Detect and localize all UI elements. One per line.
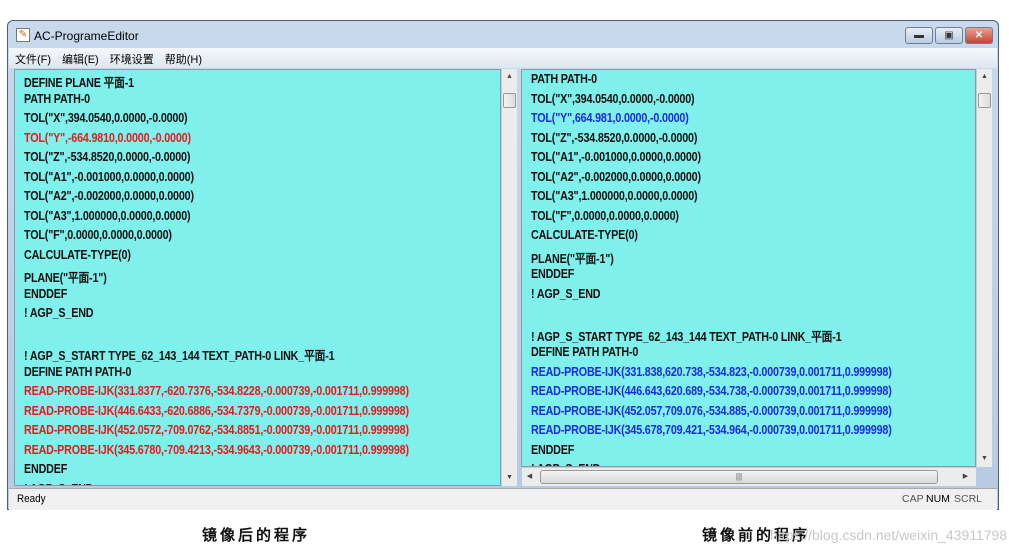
title-bar[interactable]: ✎ AC-ProgrameEditor ▬ ▣ ✕ — [8, 21, 998, 47]
status-text: Ready — [17, 493, 46, 505]
scroll-up-arrow-icon[interactable]: ▲ — [502, 69, 517, 85]
code-line: DEFINE PLANE 平面-1 — [24, 76, 134, 90]
scroll-left-arrow-icon[interactable]: ◀ — [522, 469, 537, 485]
code-line: ENDDEF — [24, 462, 68, 476]
code-line: ! AGP_S_END — [531, 286, 601, 301]
code-line: DEFINE PATH PATH-0 — [531, 345, 639, 359]
scroll-down-arrow-icon[interactable]: ▼ — [502, 470, 517, 486]
code-line: TOL("A3",1.000000,0.0000,0.0000) — [24, 208, 191, 223]
scroll-thumb[interactable] — [503, 93, 516, 108]
status-bar: Ready CAP NUM SCRL — [9, 488, 997, 510]
code-line: TOL("F",0.0000,0.0000,0.0000) — [531, 208, 679, 223]
edit-document-icon: ✎ — [16, 28, 30, 42]
code-line: TOL("A1",-0.001000,0.0000,0.0000) — [24, 169, 194, 184]
code-line: PLANE("平面-1") — [531, 251, 614, 266]
left-editor-pane[interactable]: DEFINE PLANE 平面-1 PATH PATH-0 TOL("X",394.… — [14, 69, 501, 486]
code-line: ENDDEF — [24, 286, 68, 301]
code-line: ! AGP_S_START TYPE_62_143_144 TEXT_PATH-… — [531, 329, 842, 344]
app-window: ✎ AC-ProgrameEditor ▬ ▣ ✕ 文件(F) 编辑(E) 环境设置… — [7, 20, 999, 510]
code-line: READ-PROBE-IJK(345.6780,-709.4213,-534.9… — [24, 442, 409, 457]
watermark: https://blog.csdn.net/weixin_43911798 — [770, 527, 1008, 543]
menu-environment-settings[interactable]: 环境设置 — [104, 48, 159, 67]
code-line: READ-PROBE-IJK(452.057,709.076,-534.885,… — [531, 403, 892, 418]
right-vertical-scrollbar[interactable]: ▲ ▼ — [976, 69, 992, 467]
code-line: PATH PATH-0 — [531, 72, 597, 86]
code-line: TOL("X",394.0540,0.0000,-0.0000) — [531, 91, 695, 106]
code-line: TOL("Y",-664.9810,0.0000,-0.0000) — [24, 130, 191, 145]
code-line: ENDDEF — [531, 267, 575, 281]
code-line: READ-PROBE-IJK(452.0572,-709.0762,-534.8… — [24, 423, 409, 437]
horizontal-scroll-thumb[interactable]: ||| — [540, 470, 938, 484]
menu-bar: 文件(F) 编辑(E) 环境设置 帮助(H) — [9, 48, 997, 68]
window-title: AC-ProgrameEditor — [34, 29, 139, 43]
left-vertical-scrollbar[interactable]: ▲ ▼ — [501, 69, 517, 486]
menu-edit[interactable]: 编辑(E) — [56, 48, 104, 67]
code-line: READ-PROBE-IJK(345.678,709.421,-534.964,… — [531, 423, 892, 437]
caption-after-mirror: 镜像后的程序 — [202, 527, 311, 544]
code-line: READ-PROBE-IJK(446.6433,-620.6886,-534.7… — [24, 403, 409, 418]
close-button[interactable]: ✕ — [965, 27, 993, 44]
scrl-indicator: SCRL — [954, 493, 983, 505]
code-line: READ-PROBE-IJK(331.8377,-620.7376,-534.8… — [24, 384, 409, 398]
code-line: DEFINE PATH PATH-0 — [24, 364, 132, 379]
code-line: ! AGP_S_START TYPE_62_143_144 TEXT_PATH-… — [24, 349, 335, 363]
menu-file[interactable]: 文件(F) — [9, 48, 56, 67]
code-line: CALCULATE-TYPE(0) — [531, 228, 638, 242]
code-line: TOL("Y",664.981,0.0000,-0.0000) — [531, 111, 689, 125]
code-line: TOL("A1",-0.001000,0.0000,0.0000) — [531, 150, 701, 164]
code-line: TOL("X",394.0540,0.0000,-0.0000) — [24, 111, 188, 125]
cap-indicator: CAP — [902, 493, 924, 505]
scroll-down-arrow-icon[interactable]: ▼ — [977, 451, 992, 467]
code-line: ENDDEF — [531, 442, 575, 457]
code-line: READ-PROBE-IJK(446.643,620.689,-534.738,… — [531, 384, 892, 398]
scroll-right-arrow-icon[interactable]: ▶ — [958, 469, 973, 485]
right-editor-pane[interactable]: PATH PATH-0 TOL("X",394.0540,0.0000,-0.00… — [521, 69, 976, 467]
code-line: TOL("A2",-0.002000,0.0000,0.0000) — [531, 169, 701, 184]
code-line: TOL("A2",-0.002000,0.0000,0.0000) — [24, 189, 194, 203]
menu-help[interactable]: 帮助(H) — [159, 48, 207, 67]
code-line: TOL("Z",-534.8520,0.0000,-0.0000) — [24, 150, 191, 164]
code-line: ! AGP_S_END — [24, 482, 94, 486]
minimize-button[interactable]: ▬ — [905, 27, 933, 44]
code-line: READ-PROBE-IJK(331.838,620.738,-534.823,… — [531, 364, 892, 379]
code-line: TOL("F",0.0000,0.0000,0.0000) — [24, 228, 172, 242]
right-horizontal-scrollbar[interactable]: ◀ ||| ▶ — [522, 467, 976, 486]
code-line: TOL("A3",1.000000,0.0000,0.0000) — [531, 189, 698, 203]
code-line: ! AGP_S_END — [24, 306, 94, 320]
scroll-up-arrow-icon[interactable]: ▲ — [977, 69, 992, 85]
code-line: PATH PATH-0 — [24, 91, 90, 106]
num-indicator: NUM — [926, 493, 950, 505]
scroll-thumb[interactable] — [978, 93, 991, 108]
code-line: TOL("Z",-534.8520,0.0000,-0.0000) — [531, 130, 698, 145]
code-line: CALCULATE-TYPE(0) — [24, 247, 131, 262]
code-line: PLANE("平面-1") — [24, 271, 107, 285]
maximize-button[interactable]: ▣ — [935, 27, 963, 44]
